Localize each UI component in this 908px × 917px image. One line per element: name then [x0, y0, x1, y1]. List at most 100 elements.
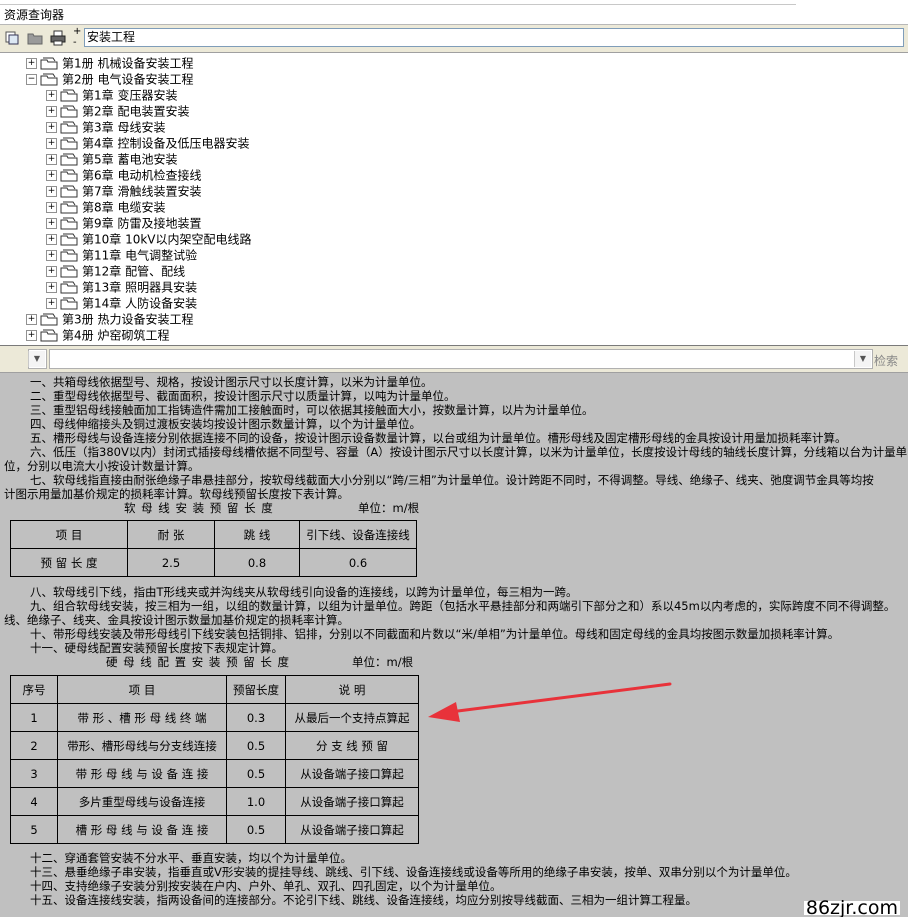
- text-line: 五、槽形母线与设备连接分别依据连接不同的设备，按设计图示设备数量计算，以台或组为…: [30, 431, 847, 445]
- print-icon[interactable]: [50, 30, 66, 46]
- tree-chapter[interactable]: + 第4章 控制设备及低压电器安装: [46, 135, 249, 151]
- text-line: 计图示用量加基价规定的损耗率计算。软母线预留长度按下表计算。: [4, 487, 349, 501]
- search-button[interactable]: 检索: [874, 352, 898, 369]
- expand-toggle[interactable]: +: [46, 202, 57, 213]
- chapter-icon: [60, 249, 78, 262]
- table-header: 序号: [10, 675, 58, 704]
- text-line: 十四、支持绝缘子安装分别按安装在户内、户外、单孔、双孔、四孔固定，以个为计量单位…: [30, 879, 502, 893]
- window-title: 资源查询器: [4, 8, 65, 22]
- filter-dropdown[interactable]: ▼: [49, 349, 873, 369]
- expand-toggle[interactable]: +: [46, 90, 57, 101]
- tree-book-1[interactable]: + 第1册 机械设备安装工程: [26, 55, 193, 71]
- tree-chapter[interactable]: + 第9章 防雷及接地装置: [46, 215, 201, 231]
- table-cell: 分 支 线 预 留: [285, 731, 419, 760]
- chevron-down-icon[interactable]: ▼: [28, 351, 45, 367]
- expand-toggle[interactable]: +: [26, 58, 37, 69]
- tree-chapter[interactable]: + 第12章 配管、配线: [46, 263, 185, 279]
- tree-chapter[interactable]: + 第11章 电气调整试验: [46, 247, 197, 263]
- tree-chapter[interactable]: + 第6章 电动机检查接线: [46, 167, 201, 183]
- category-dropdown[interactable]: ▼: [28, 349, 47, 369]
- expand-toggle[interactable]: +: [46, 266, 57, 277]
- chapter-icon: [60, 201, 78, 214]
- tree-node-label: 第10章 10kV以内架空配电线路: [82, 232, 252, 247]
- tree-node-label: 第7章 滑触线装置安装: [82, 184, 202, 199]
- resource-tree[interactable]: + 第1册 机械设备安装工程 − 第2册 电气设备安装工程 + 第1章 变压器安装 +…: [0, 53, 908, 346]
- book-icon: [40, 313, 58, 326]
- text-line: 十二、穿通套管安装不分水平、垂直安装，均以个为计量单位。: [30, 851, 352, 865]
- book-icon: [40, 57, 58, 70]
- table-header: 项 目: [57, 675, 227, 704]
- search-input[interactable]: 安装工程: [84, 28, 904, 47]
- chapter-icon: [60, 105, 78, 118]
- tree-chapter[interactable]: + 第8章 电缆安装: [46, 199, 165, 215]
- text-line: 三、重型铝母线接触面加工指铸造件需加工接触面时，可以依据其接触面大小，按数量计算…: [30, 403, 594, 417]
- table-cell: 预 留 长 度: [10, 548, 128, 577]
- expand-toggle[interactable]: +: [46, 218, 57, 229]
- filter-bar: ▼ ▼ 检索: [0, 346, 908, 373]
- text-line: 十三、悬垂绝缘子串安装，指垂直或V形安装的提挂导线、跳线、引下线、设备连接线或设…: [30, 865, 797, 879]
- expand-toggle[interactable]: +: [46, 282, 57, 293]
- tree-chapter[interactable]: + 第1章 变压器安装: [46, 87, 177, 103]
- table-cell: 0.5: [226, 815, 286, 844]
- watermark: 86zjr.com: [803, 897, 900, 917]
- chapter-icon: [60, 153, 78, 166]
- table1-unit: 单位：m/根: [358, 501, 420, 515]
- chapter-icon: [60, 217, 78, 230]
- table-header: 说 明: [285, 675, 419, 704]
- table-cell: 5: [10, 815, 58, 844]
- text-line: 十一、硬母线配置安装预留长度按下表规定计算。: [30, 641, 283, 655]
- table2-unit: 单位：m/根: [352, 655, 414, 669]
- table-cell: 带形、槽形母线与分支线连接: [57, 731, 227, 760]
- tree-chapter[interactable]: + 第10章 10kV以内架空配电线路: [46, 231, 252, 247]
- collapse-toggle[interactable]: −: [26, 74, 37, 85]
- copy-icon[interactable]: [4, 30, 20, 46]
- expand-toggle[interactable]: +: [46, 250, 57, 261]
- table-cell: 3: [10, 759, 58, 788]
- chevron-down-icon[interactable]: ▼: [854, 351, 871, 367]
- tree-book-2[interactable]: − 第2册 电气设备安装工程: [26, 71, 193, 87]
- tree-chapter[interactable]: + 第7章 滑触线装置安装: [46, 183, 201, 199]
- table-header: 预留长度: [226, 675, 286, 704]
- expand-toggle[interactable]: +: [46, 122, 57, 133]
- expand-toggle[interactable]: +: [46, 106, 57, 117]
- table-cell: 2: [10, 731, 58, 760]
- table-cell: 0.3: [226, 703, 286, 732]
- tree-chapter[interactable]: + 第5章 蓄电池安装: [46, 151, 177, 167]
- table-cell: 0.8: [214, 548, 300, 577]
- tree-node-label: 第5章 蓄电池安装: [82, 152, 178, 167]
- tree-chapter[interactable]: + 第3章 母线安装: [46, 119, 165, 135]
- expand-toggle[interactable]: +: [46, 138, 57, 149]
- collapse-all-icon[interactable]: -: [73, 38, 77, 48]
- tree-chapter[interactable]: + 第13章 照明器具安装: [46, 279, 197, 295]
- text-line: 一、共箱母线依据型号、规格，按设计图示尺寸以长度计算，以米为计量单位。: [30, 375, 433, 389]
- book-icon: [40, 73, 58, 86]
- table-cell: 0.5: [226, 731, 286, 760]
- tree-node-label: 第1章 变压器安装: [82, 88, 178, 103]
- chapter-icon: [60, 89, 78, 102]
- tree-book-3[interactable]: + 第3册 热力设备安装工程: [26, 311, 193, 327]
- expand-toggle[interactable]: +: [46, 154, 57, 165]
- expand-toggle[interactable]: +: [46, 298, 57, 309]
- expand-all-icon[interactable]: +: [73, 27, 81, 37]
- text-line: 四、母线伸缩接头及铜过渡板安装均按设计图示数量计算，以个为计量单位。: [30, 417, 421, 431]
- tree-node-label: 第9章 防雷及接地装置: [82, 216, 202, 231]
- expand-toggle[interactable]: +: [46, 234, 57, 245]
- expand-toggle[interactable]: +: [46, 170, 57, 181]
- expand-toggle[interactable]: +: [26, 330, 37, 341]
- folder-icon[interactable]: [27, 30, 43, 46]
- table-header: 引下线、设备连接线: [299, 520, 417, 549]
- table-cell: 从最后一个支持点算起: [285, 703, 419, 732]
- table-cell: 带 形 、槽 形 母 线 终 端: [57, 703, 227, 732]
- table-cell: 0.6: [299, 548, 417, 577]
- tree-chapter[interactable]: + 第14章 人防设备安装: [46, 295, 197, 311]
- tree-node-label: 第3章 母线安装: [82, 120, 166, 135]
- expand-toggle[interactable]: +: [26, 314, 37, 325]
- tree-chapter[interactable]: + 第2章 配电装置安装: [46, 103, 189, 119]
- expand-toggle[interactable]: +: [46, 186, 57, 197]
- table-cell: 1: [10, 703, 58, 732]
- tree-book-4[interactable]: + 第4册 炉窑砌筑工程: [26, 327, 169, 343]
- table-cell: 1.0: [226, 787, 286, 816]
- annotation-arrow-icon: [428, 682, 672, 722]
- title-bar: 资源查询器: [0, 0, 908, 25]
- text-line: 十、带形母线安装及带形母线引下线安装包括铜排、铝排，分别以不同截面和片数以“米/…: [30, 627, 840, 641]
